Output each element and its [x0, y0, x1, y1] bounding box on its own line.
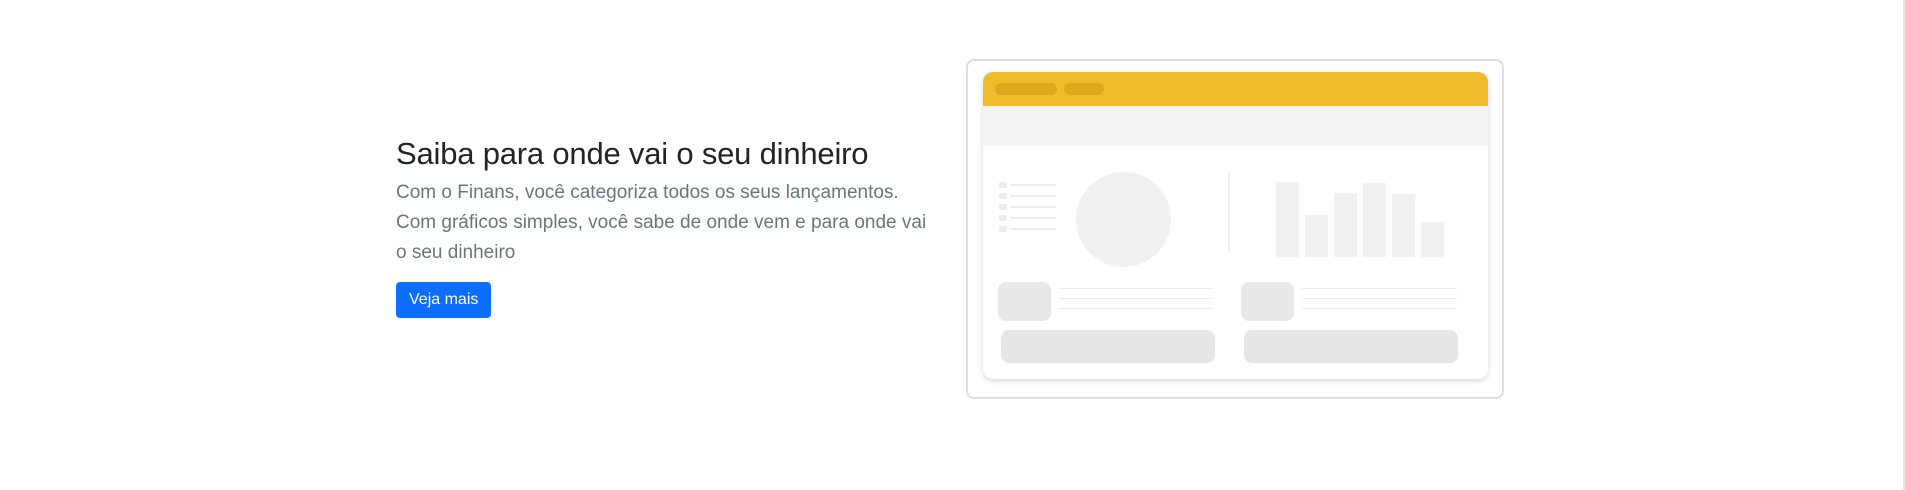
illustration-bar	[1334, 193, 1357, 257]
illustration-card-line	[1059, 288, 1212, 289]
illustration-header-bar	[983, 72, 1488, 106]
legend-line	[1011, 195, 1056, 197]
illustration-bar	[1305, 215, 1328, 257]
hero-description: Com o Finans, você categoriza todos os s…	[396, 182, 927, 264]
illustration-card-button	[1244, 330, 1458, 363]
illustration-bar	[1363, 183, 1386, 257]
legend-dot	[999, 182, 1007, 188]
legend-line	[1011, 217, 1056, 219]
legend-dot	[999, 193, 1007, 199]
illustration-header-pill	[995, 83, 1057, 95]
legend-line	[1011, 184, 1056, 186]
illustration-card-avatar	[1241, 282, 1294, 321]
see-more-button[interactable]: Veja mais	[396, 282, 492, 319]
legend-dot	[999, 204, 1007, 210]
hero-title: Saiba para onde vai o seu dinheiro	[396, 136, 869, 171]
dashboard-illustration	[966, 59, 1504, 399]
illustration-bar	[1276, 182, 1299, 257]
illustration-bar	[1421, 222, 1444, 257]
legend-line	[1011, 206, 1056, 208]
illustration-card-line	[1302, 298, 1457, 299]
illustration-card-button	[1001, 330, 1215, 363]
illustration-card-line	[1302, 308, 1457, 309]
hero-text-block: Saiba para onde vai o seu dinheiro Com o…	[396, 135, 941, 319]
illustration-window	[983, 72, 1488, 379]
legend-dot	[999, 226, 1007, 232]
illustration-divider	[1228, 172, 1230, 252]
illustration-card-line	[1059, 298, 1212, 299]
illustration-card-avatar	[998, 282, 1051, 321]
illustration-subheader	[983, 106, 1488, 146]
legend-dot	[999, 215, 1007, 221]
legend-line	[1011, 228, 1056, 230]
illustration-donut-chart	[1076, 172, 1171, 267]
illustration-header-pill	[1064, 83, 1104, 95]
illustration-card-line	[1302, 288, 1457, 289]
illustration-bar	[1392, 194, 1415, 257]
illustration-card-line	[1059, 308, 1212, 309]
